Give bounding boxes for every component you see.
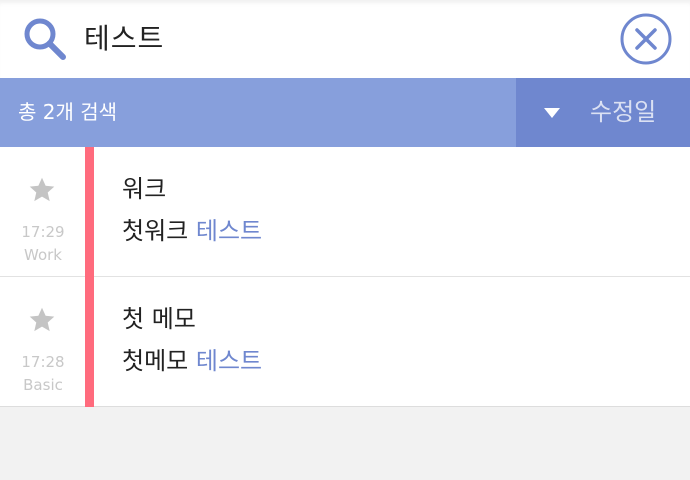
note-time: 17:28 [21,353,65,371]
note-list: 17:29 Work 워크 첫워크 테스트 17:28 Basic 첫 메모 첫… [0,147,690,407]
star-icon[interactable] [28,176,56,204]
close-icon [620,13,672,65]
note-title: 첫 메모 [122,305,196,333]
clear-search-button[interactable] [620,13,672,65]
search-icon [22,16,68,62]
note-color-bar [85,147,94,277]
search-match-highlight: 테스트 [195,217,263,245]
search-input[interactable]: 테스트 [84,20,164,58]
sort-dropdown[interactable]: 수정일 [516,78,690,147]
sort-label: 수정일 [590,98,657,126]
note-body: 첫메모 테스트 [122,345,262,377]
note-category: Work [24,246,62,264]
note-row[interactable]: 17:28 Basic 첫 메모 첫메모 테스트 [0,277,690,407]
results-bar: 총 2개 검색 수정일 [0,78,690,147]
note-body-text: 첫메모 [122,347,196,375]
search-match-highlight: 테스트 [195,347,263,375]
note-body-text: 첫워크 [122,217,196,245]
note-row[interactable]: 17:29 Work 워크 첫워크 테스트 [0,147,690,277]
star-icon[interactable] [28,306,56,334]
note-title: 워크 [122,175,167,203]
note-color-bar [85,277,94,407]
note-category: Basic [23,376,63,394]
search-bar: 테스트 [0,0,690,78]
note-time: 17:29 [21,223,65,241]
note-body: 첫워크 테스트 [122,215,262,247]
dropdown-arrow-icon [544,108,560,118]
results-count: 총 2개 검색 [18,100,118,124]
